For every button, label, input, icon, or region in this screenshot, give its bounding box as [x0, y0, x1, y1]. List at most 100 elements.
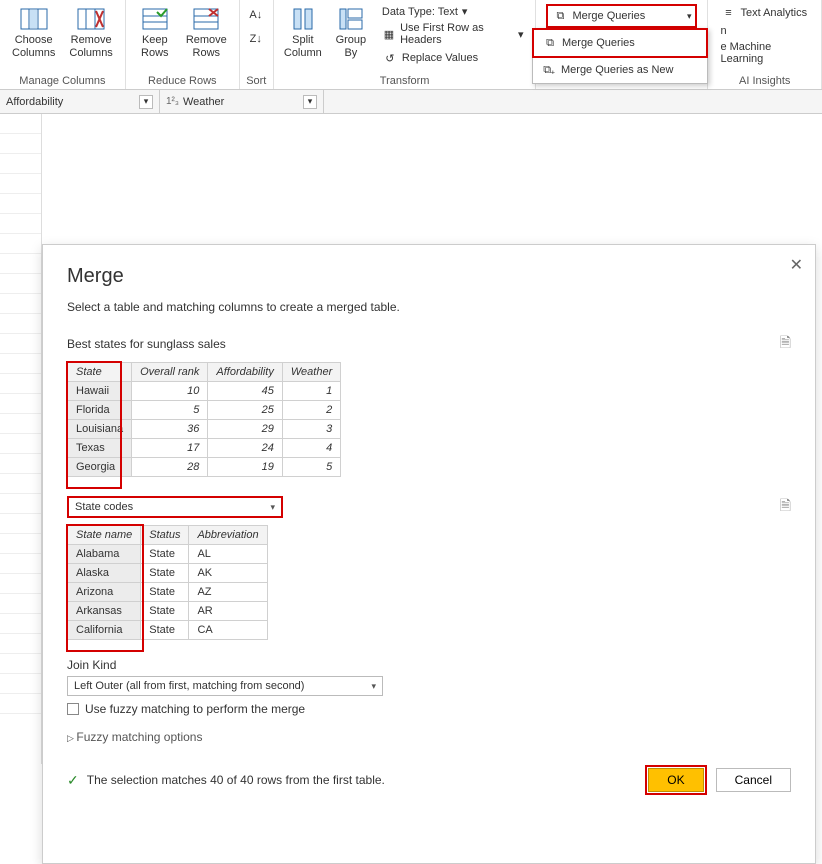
col-label: Affordability: [6, 96, 63, 108]
merge-queries-dropdown: ⧉ Merge Queries ⧉₊ Merge Queries as New: [532, 28, 708, 84]
table1-header-state[interactable]: State: [68, 363, 132, 382]
table-header-row: State Overall rank Affordability Weather: [68, 363, 341, 382]
merge-as-new-menu-label: Merge Queries as New: [561, 64, 674, 76]
join-kind-value: Left Outer (all from first, matching fro…: [74, 680, 304, 692]
column-filter-dropdown[interactable]: ▾: [303, 95, 317, 109]
chevron-down-icon: ▾: [687, 11, 692, 22]
dialog-subtitle: Select a table and matching columns to c…: [67, 300, 791, 314]
dialog-title: Merge: [67, 265, 791, 288]
merge-new-icon: ⧉₊: [541, 62, 557, 78]
text-analytics-label: Text Analytics: [740, 7, 807, 19]
remove-rows-icon: [191, 6, 221, 32]
fuzzy-expand[interactable]: Fuzzy matching options: [67, 730, 791, 744]
close-button[interactable]: ✕: [790, 255, 803, 275]
group-transform: Split Column Group By Data Type: Text ▾ …: [274, 0, 537, 89]
table2[interactable]: State name Status Abbreviation AlabamaSt…: [67, 525, 268, 640]
table1-header-rank[interactable]: Overall rank: [132, 363, 208, 382]
group-label-transform: Transform: [280, 73, 530, 89]
group-by-button[interactable]: Group By: [328, 2, 374, 64]
chevron-down-icon: ▾: [371, 681, 376, 692]
merge-icon: ⧉: [542, 35, 558, 51]
first-row-button[interactable]: ▦Use First Row as Headers ▾: [380, 21, 526, 47]
table-row: AlabamaStateAL: [68, 545, 268, 564]
group-ai-insights: ≡ Text Analytics n e Machine Learning AI …: [708, 0, 822, 89]
group-reduce-rows: Keep Rows Remove Rows Reduce Rows: [126, 0, 240, 89]
table1-header-weather[interactable]: Weather: [282, 363, 340, 382]
table2-dropdown[interactable]: State codes ▾: [67, 496, 283, 518]
replace-icon: ↺: [382, 50, 398, 66]
merge-queries-menu-item[interactable]: ⧉ Merge Queries: [532, 28, 708, 58]
sort-desc-button[interactable]: Z↓: [246, 30, 266, 48]
status-text: The selection matches 40 of 40 rows from…: [87, 773, 385, 787]
table2-options-icon[interactable]: 🗎: [780, 495, 791, 519]
group-label-reduce-rows: Reduce Rows: [132, 73, 233, 89]
data-type-button[interactable]: Data Type: Text ▾: [380, 4, 526, 19]
join-kind-dropdown[interactable]: Left Outer (all from first, matching fro…: [67, 676, 383, 696]
table-row: CaliforniaStateCA: [68, 621, 268, 640]
group-sort: A↓ Z↓ Sort: [240, 0, 274, 89]
ok-button[interactable]: OK: [648, 768, 703, 792]
fuzzy-checkbox-label: Use fuzzy matching to perform the merge: [85, 702, 305, 716]
table1[interactable]: State Overall rank Affordability Weather…: [67, 362, 341, 477]
split-column-button[interactable]: Split Column: [280, 2, 326, 64]
column-header-strip: Affordability ▾ 1²₃ Weather ▾: [0, 90, 822, 114]
ml-button[interactable]: e Machine Learning: [718, 40, 811, 66]
remove-rows-label: Remove Rows: [186, 34, 227, 60]
group-label-sort: Sort: [246, 73, 267, 89]
table1-options-icon[interactable]: 🗎: [780, 332, 791, 356]
group-by-icon: [336, 6, 366, 32]
table-row: Georgia28195: [68, 458, 341, 477]
merge-queries-button[interactable]: ⧉ Merge Queries ▾: [546, 4, 697, 28]
join-kind-label: Join Kind: [67, 658, 791, 672]
sort-asc-button[interactable]: A↓: [246, 6, 266, 24]
replace-values-button[interactable]: ↺ Replace Values: [380, 49, 526, 67]
table2-header-abbrev[interactable]: Abbreviation: [189, 526, 267, 545]
text-analytics-icon: ≡: [720, 5, 736, 21]
sort-desc-icon: Z↓: [248, 31, 264, 47]
table-row: Louisiana36293: [68, 420, 341, 439]
column-filter-dropdown[interactable]: ▾: [139, 95, 153, 109]
check-icon: ✓: [67, 772, 79, 789]
main-area: ✕ Merge Select a table and matching colu…: [0, 114, 822, 764]
table-row: Texas17244: [68, 439, 341, 458]
replace-values-label: Replace Values: [402, 52, 478, 64]
first-row-label: Use First Row as Headers: [400, 22, 514, 46]
table2-header-statename[interactable]: State name: [68, 526, 141, 545]
table2-header-status[interactable]: Status: [141, 526, 189, 545]
checkbox-icon: [67, 703, 79, 715]
group-label-manage-columns: Manage Columns: [6, 73, 119, 89]
split-column-label: Split Column: [284, 34, 322, 60]
table2-dropdown-value: State codes: [75, 501, 133, 513]
column-header-affordability[interactable]: Affordability ▾: [0, 90, 160, 113]
column-header-weather[interactable]: 1²₃ Weather ▾: [160, 90, 324, 113]
merge-queries-label: Merge Queries: [572, 10, 645, 22]
keep-rows-icon: [140, 6, 170, 32]
fuzzy-checkbox[interactable]: Use fuzzy matching to perform the merge: [67, 702, 791, 716]
split-column-icon: [288, 6, 318, 32]
remove-columns-button[interactable]: Remove Columns: [63, 2, 118, 64]
table-row: AlaskaStateAK: [68, 564, 268, 583]
data-type-label: Data Type: Text: [382, 6, 458, 18]
merge-icon: ⧉: [552, 8, 568, 24]
remove-columns-icon: [76, 6, 106, 32]
use-headers-icon: ▦: [382, 26, 396, 42]
fuzzy-expand-label: Fuzzy matching options: [76, 730, 202, 744]
keep-rows-label: Keep Rows: [141, 34, 169, 60]
table1-header-afford[interactable]: Affordability: [208, 363, 282, 382]
merge-dialog: ✕ Merge Select a table and matching colu…: [42, 244, 816, 864]
group-label-ai: AI Insights: [714, 73, 815, 89]
choose-columns-icon: [19, 6, 49, 32]
vision-label: n: [720, 25, 726, 37]
cancel-button[interactable]: Cancel: [716, 768, 791, 792]
remove-rows-button[interactable]: Remove Rows: [180, 2, 233, 64]
keep-rows-button[interactable]: Keep Rows: [132, 2, 178, 64]
merge-queries-menu-label: Merge Queries: [562, 37, 635, 49]
ribbon: Choose Columns Remove Columns Manage Col…: [0, 0, 822, 90]
text-analytics-button[interactable]: ≡ Text Analytics: [718, 4, 811, 22]
table-row: ArizonaStateAZ: [68, 583, 268, 602]
col-label: Weather: [183, 96, 224, 108]
choose-columns-button[interactable]: Choose Columns: [6, 2, 61, 64]
vision-button[interactable]: n: [718, 24, 811, 38]
merge-as-new-menu-item[interactable]: ⧉₊ Merge Queries as New: [533, 57, 707, 83]
sort-asc-icon: A↓: [248, 7, 264, 23]
